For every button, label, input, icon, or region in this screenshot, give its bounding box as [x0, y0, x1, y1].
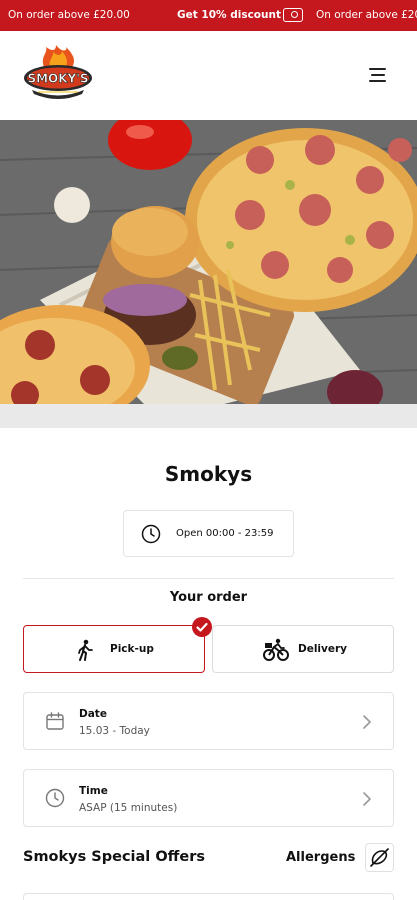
- selected-check-badge: [192, 617, 212, 637]
- date-value: 15.03 - Today: [79, 725, 150, 737]
- header: SMOKY'S: [0, 31, 417, 120]
- allergens-icon: [370, 848, 389, 867]
- store-name: Smokys: [164, 462, 253, 486]
- your-order-heading: Your order: [169, 590, 248, 605]
- ticket-icon: [283, 8, 303, 22]
- special-offers-heading: Smokys Special Offers: [23, 849, 206, 865]
- date-selector[interactable]: Date 15.03 - Today: [23, 692, 394, 750]
- clock-icon: [141, 524, 161, 544]
- pickup-label: Pick-up: [110, 643, 154, 655]
- promo-banner: On order above £20.00 Get 10% discount O…: [0, 0, 417, 31]
- time-selector[interactable]: Time ASAP (15 minutes): [23, 769, 394, 827]
- promo-text-order-minimum: On order above £20.00: [8, 9, 130, 21]
- delivery-option[interactable]: Delivery: [212, 625, 394, 673]
- check-icon: [196, 622, 208, 632]
- delivery-label: Delivery: [298, 643, 348, 655]
- bicycle-icon: [263, 638, 289, 661]
- offer-card[interactable]: [23, 893, 394, 900]
- opening-hours[interactable]: Open 00:00 - 23:59: [123, 510, 294, 557]
- allergens-label[interactable]: Allergens: [286, 850, 355, 865]
- calendar-icon: [46, 712, 64, 730]
- hero-food-image: [0, 120, 417, 404]
- chevron-right-icon: [363, 792, 371, 806]
- opening-hours-text: Open 00:00 - 23:59: [176, 528, 274, 539]
- time-title: Time: [79, 785, 108, 797]
- smokys-logo[interactable]: SMOKY'S: [22, 45, 94, 103]
- menu-button[interactable]: [368, 68, 388, 82]
- time-value: ASAP (15 minutes): [79, 802, 178, 814]
- logo-text: SMOKY'S: [27, 72, 88, 86]
- clock-icon: [45, 788, 65, 808]
- promo-text-order-minimum-repeat: On order above £20.00: [316, 9, 417, 21]
- menu-icon: [369, 68, 386, 70]
- chevron-right-icon: [363, 715, 371, 729]
- walking-person-icon: [78, 639, 93, 661]
- promo-text-discount: Get 10% discount: [177, 9, 281, 21]
- date-title: Date: [79, 708, 107, 720]
- divider: [23, 578, 394, 579]
- pickup-option[interactable]: Pick-up: [23, 625, 205, 673]
- hero-separator: [0, 404, 417, 428]
- allergens-button[interactable]: [365, 843, 394, 872]
